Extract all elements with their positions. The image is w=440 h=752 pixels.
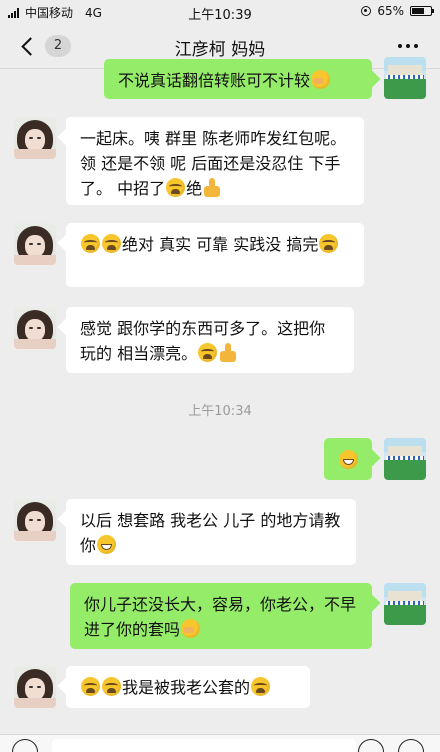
battery-fill <box>412 8 424 14</box>
laugh-cry-emoji-icon <box>166 178 186 197</box>
time-divider: 上午10:34 <box>188 404 252 419</box>
grin-emoji-icon <box>97 535 117 554</box>
face-cover-emoji-icon <box>311 70 331 89</box>
grin-emoji-icon <box>339 450 358 469</box>
message-text: 不说真话翻倍转账可不计较 <box>118 71 311 90</box>
battery-percent: 65% <box>377 4 404 18</box>
avatar-self[interactable] <box>384 57 426 99</box>
laugh-cry-emoji-icon <box>102 234 121 253</box>
laugh-cry-emoji-icon <box>102 677 121 696</box>
emoji-picker-icon[interactable] <box>358 739 384 752</box>
thumbs-up-icon <box>204 178 221 197</box>
input-bar <box>0 734 440 752</box>
laugh-cry-emoji-icon <box>81 234 100 253</box>
message-bubble-sent[interactable] <box>324 438 372 480</box>
message-text: 绝对 真实 可靠 实践没 搞完 <box>122 235 319 254</box>
status-right: 65% <box>361 4 434 18</box>
message-input[interactable] <box>52 739 356 752</box>
battery-icon <box>410 6 434 16</box>
avatar-contact[interactable] <box>14 666 56 708</box>
message-bubble-received[interactable]: 一起床。咦 群里 陈老师咋发红包呢。领 还是不领 呢 后面还是没忍住 下手了。 … <box>66 117 364 205</box>
avatar-contact[interactable] <box>14 499 56 541</box>
message-text: 你儿子还没长大，容易，你老公，不早进了你的套吗 <box>84 595 357 639</box>
laugh-cry-emoji-icon <box>81 677 100 696</box>
message-text: 我是被我老公套的 <box>122 678 251 697</box>
message-bubble-received[interactable]: 我是被我老公套的 <box>66 666 310 708</box>
message-bubble-received[interactable]: 感觉 跟你学的东西可多了。这把你玩的 相当漂亮。 <box>66 307 354 373</box>
avatar-self[interactable] <box>384 438 426 480</box>
laugh-cry-emoji-icon <box>319 234 339 253</box>
message-text: 以后 想套路 我老公 儿子 的地方请教你 <box>80 511 341 555</box>
message-bubble-received[interactable]: 绝对 真实 可靠 实践没 搞完 <box>66 223 364 287</box>
message-bubble-sent[interactable]: 你儿子还没长大，容易，你老公，不早进了你的套吗 <box>70 583 372 649</box>
avatar-contact[interactable] <box>14 117 56 159</box>
laugh-cry-emoji-icon <box>198 343 218 362</box>
thumbs-up-icon <box>220 343 237 362</box>
chat-title: 江彦柯 妈妈 <box>174 40 266 60</box>
message-bubble-received[interactable]: 以后 想套路 我老公 儿子 的地方请教你 <box>66 499 356 565</box>
face-cover-emoji-icon <box>181 619 201 638</box>
add-attachment-icon[interactable] <box>398 739 424 752</box>
message-list[interactable]: 不说真话翻倍转账可不计较 一起床。咦 群里 陈老师咋发红包呢。领 还是不领 呢 … <box>0 57 440 734</box>
voice-input-icon[interactable] <box>12 739 38 752</box>
message-text-tail: 绝 <box>186 179 203 198</box>
avatar-contact[interactable] <box>14 223 56 265</box>
status-bar: 中国移动 4G 上午10:39 65% <box>0 0 440 24</box>
avatar-contact[interactable] <box>14 307 56 349</box>
message-bubble-sent[interactable]: 不说真话翻倍转账可不计较 <box>104 59 372 99</box>
more-dots-icon[interactable] <box>398 44 418 48</box>
orientation-lock-icon <box>361 6 372 16</box>
laugh-cry-emoji-icon <box>251 677 271 696</box>
avatar-self[interactable] <box>384 583 426 625</box>
